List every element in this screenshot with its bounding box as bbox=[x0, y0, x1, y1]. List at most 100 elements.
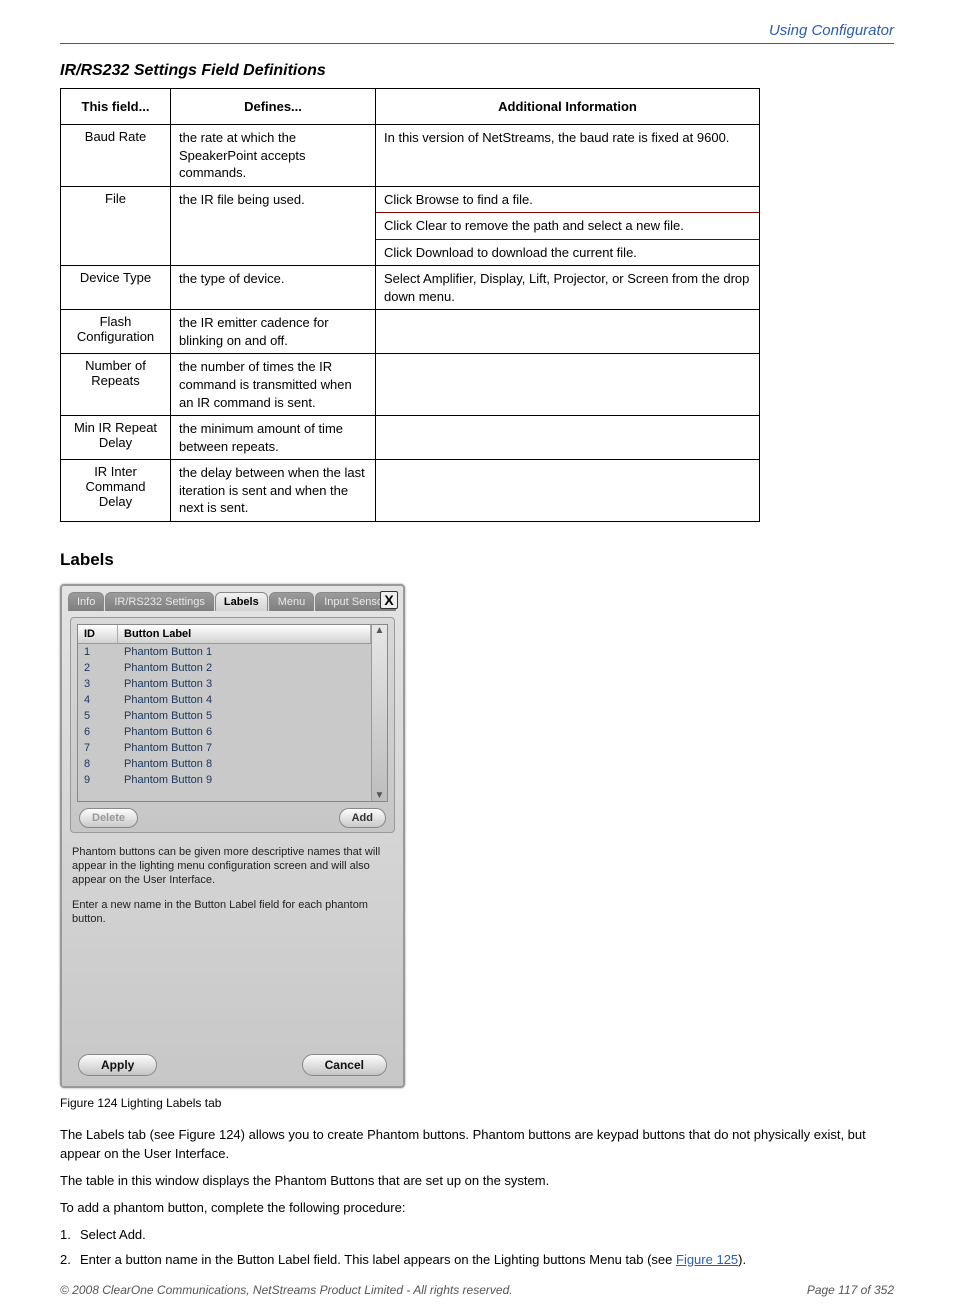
cell-id: 4 bbox=[78, 692, 118, 708]
scrollbar[interactable]: ▲ ▼ bbox=[371, 625, 387, 801]
ref-cell: Click Browse to find a file. Click Clear… bbox=[376, 186, 760, 266]
cell-id: 6 bbox=[78, 724, 118, 740]
table-row: File the IR file being used. Click Brows… bbox=[61, 186, 760, 266]
ref-th-2: Additional Information bbox=[376, 89, 760, 125]
body-para-1: The Labels tab (see Figure 124) allows y… bbox=[60, 1126, 894, 1164]
ref-cell: the delay between when the last iteratio… bbox=[171, 460, 376, 522]
list-item[interactable]: 5Phantom Button 5 bbox=[78, 708, 371, 724]
ref-cell: Number of Repeats bbox=[61, 354, 171, 416]
cell-id: 8 bbox=[78, 756, 118, 772]
cell-label: Phantom Button 8 bbox=[118, 756, 371, 772]
cell-label: Phantom Button 7 bbox=[118, 740, 371, 756]
step-1-text: Select Add. bbox=[80, 1227, 146, 1242]
ref-subcell: Click Browse to find a file. bbox=[376, 187, 759, 213]
ref-cell: the rate at which the SpeakerPoint accep… bbox=[171, 125, 376, 187]
list-item[interactable]: 3Phantom Button 3 bbox=[78, 676, 371, 692]
cell-id: 5 bbox=[78, 708, 118, 724]
dialog-desc-2: Enter a new name in the Button Label fie… bbox=[62, 888, 403, 927]
cell-label: Phantom Button 1 bbox=[118, 644, 371, 660]
delete-button[interactable]: Delete bbox=[79, 808, 138, 828]
list-item[interactable]: 7Phantom Button 7 bbox=[78, 740, 371, 756]
apply-button[interactable]: Apply bbox=[78, 1054, 157, 1076]
ref-cell: the IR emitter cadence for blinking on a… bbox=[171, 310, 376, 354]
grid-head-label[interactable]: Button Label bbox=[118, 625, 371, 643]
ref-cell: Select Amplifier, Display, Lift, Project… bbox=[376, 266, 760, 310]
ref-cell: the minimum amount of time between repea… bbox=[171, 416, 376, 460]
cell-label: Phantom Button 2 bbox=[118, 660, 371, 676]
button-grid: ID Button Label 1Phantom Button 1 2Phant… bbox=[77, 624, 388, 802]
add-button[interactable]: Add bbox=[339, 808, 386, 828]
table-row: Flash Configuration the IR emitter caden… bbox=[61, 310, 760, 354]
ref-cell bbox=[376, 310, 760, 354]
ref-cell: Min IR Repeat Delay bbox=[61, 416, 171, 460]
footer-copyright: © 2008 ClearOne Communications, NetStrea… bbox=[60, 1283, 513, 1297]
list-item[interactable]: 2Phantom Button 2 bbox=[78, 660, 371, 676]
ref-cell: the IR file being used. bbox=[171, 186, 376, 266]
body-para-3: To add a phantom button, complete the fo… bbox=[60, 1199, 894, 1218]
table-row: Baud Rate the rate at which the SpeakerP… bbox=[61, 125, 760, 187]
table-row: Number of Repeats the number of times th… bbox=[61, 354, 760, 416]
cell-label: Phantom Button 9 bbox=[118, 772, 371, 788]
list-item[interactable]: 4Phantom Button 4 bbox=[78, 692, 371, 708]
ref-cell: File bbox=[61, 186, 171, 266]
cancel-button[interactable]: Cancel bbox=[302, 1054, 387, 1076]
step-2: 2.Enter a button name in the Button Labe… bbox=[60, 1251, 894, 1270]
labels-heading: Labels bbox=[60, 550, 894, 570]
tab-bar: Info IR/RS232 Settings Labels Menu Input… bbox=[62, 586, 403, 611]
cell-id: 9 bbox=[78, 772, 118, 788]
figure-125-link[interactable]: Figure 125 bbox=[676, 1252, 738, 1267]
list-item[interactable]: 6Phantom Button 6 bbox=[78, 724, 371, 740]
dialog-desc-1: Phantom buttons can be given more descri… bbox=[62, 839, 403, 888]
table-row: Min IR Repeat Delay the minimum amount o… bbox=[61, 416, 760, 460]
grid-header: ID Button Label bbox=[78, 625, 371, 644]
tab-ir-rs232[interactable]: IR/RS232 Settings bbox=[105, 592, 214, 611]
ref-cell: the type of device. bbox=[171, 266, 376, 310]
step-2-post: ). bbox=[738, 1252, 746, 1267]
list-item[interactable]: 8Phantom Button 8 bbox=[78, 756, 371, 772]
scroll-down-icon[interactable]: ▼ bbox=[375, 790, 385, 801]
ref-th-1: Defines... bbox=[171, 89, 376, 125]
step-2-pre: Enter a button name in the Button Label … bbox=[80, 1252, 676, 1267]
labels-dialog: X Info IR/RS232 Settings Labels Menu Inp… bbox=[60, 584, 405, 1088]
ref-cell: Device Type bbox=[61, 266, 171, 310]
cell-label: Phantom Button 6 bbox=[118, 724, 371, 740]
ref-subcell: Click Download to download the current f… bbox=[376, 239, 759, 266]
close-icon[interactable]: X bbox=[380, 591, 398, 609]
cell-id: 2 bbox=[78, 660, 118, 676]
header-rule bbox=[60, 43, 894, 44]
ref-cell: Flash Configuration bbox=[61, 310, 171, 354]
cell-label: Phantom Button 4 bbox=[118, 692, 371, 708]
ref-subcell: Click Clear to remove the path and selec… bbox=[376, 212, 759, 239]
section-title: IR/RS232 Settings Field Definitions bbox=[60, 62, 894, 80]
cell-label: Phantom Button 5 bbox=[118, 708, 371, 724]
ref-cell bbox=[376, 416, 760, 460]
ref-cell: Baud Rate bbox=[61, 125, 171, 187]
body-para-2: The table in this window displays the Ph… bbox=[60, 1172, 894, 1191]
ref-th-0: This field... bbox=[61, 89, 171, 125]
table-row: Device Type the type of device. Select A… bbox=[61, 266, 760, 310]
scroll-up-icon[interactable]: ▲ bbox=[375, 625, 385, 636]
ref-cell: the number of times the IR command is tr… bbox=[171, 354, 376, 416]
cell-id: 1 bbox=[78, 644, 118, 660]
tab-menu[interactable]: Menu bbox=[269, 592, 315, 611]
ref-cell bbox=[376, 460, 760, 522]
list-item[interactable]: 9Phantom Button 9 bbox=[78, 772, 371, 788]
cell-label: Phantom Button 3 bbox=[118, 676, 371, 692]
steps-list: 1.Select Add. 2.Enter a button name in t… bbox=[60, 1226, 894, 1270]
table-row: IR Inter Command Delay the delay between… bbox=[61, 460, 760, 522]
footer-page-number: Page 117 of 352 bbox=[807, 1283, 894, 1297]
figure-caption: Figure 124 Lighting Labels tab bbox=[60, 1096, 894, 1110]
grid-head-id[interactable]: ID bbox=[78, 625, 118, 643]
page-footer: © 2008 ClearOne Communications, NetStrea… bbox=[60, 1283, 894, 1297]
page-header-right: Using Configurator bbox=[60, 22, 894, 39]
tab-info[interactable]: Info bbox=[68, 592, 104, 611]
ref-cell: IR Inter Command Delay bbox=[61, 460, 171, 522]
step-1: 1.Select Add. bbox=[60, 1226, 894, 1245]
grid-rows: 1Phantom Button 1 2Phantom Button 2 3Pha… bbox=[78, 644, 371, 801]
tab-labels[interactable]: Labels bbox=[215, 592, 268, 611]
list-item[interactable]: 1Phantom Button 1 bbox=[78, 644, 371, 660]
cell-id: 7 bbox=[78, 740, 118, 756]
reference-table: This field... Defines... Additional Info… bbox=[60, 88, 760, 522]
cell-id: 3 bbox=[78, 676, 118, 692]
grid-panel: ID Button Label 1Phantom Button 1 2Phant… bbox=[70, 617, 395, 833]
